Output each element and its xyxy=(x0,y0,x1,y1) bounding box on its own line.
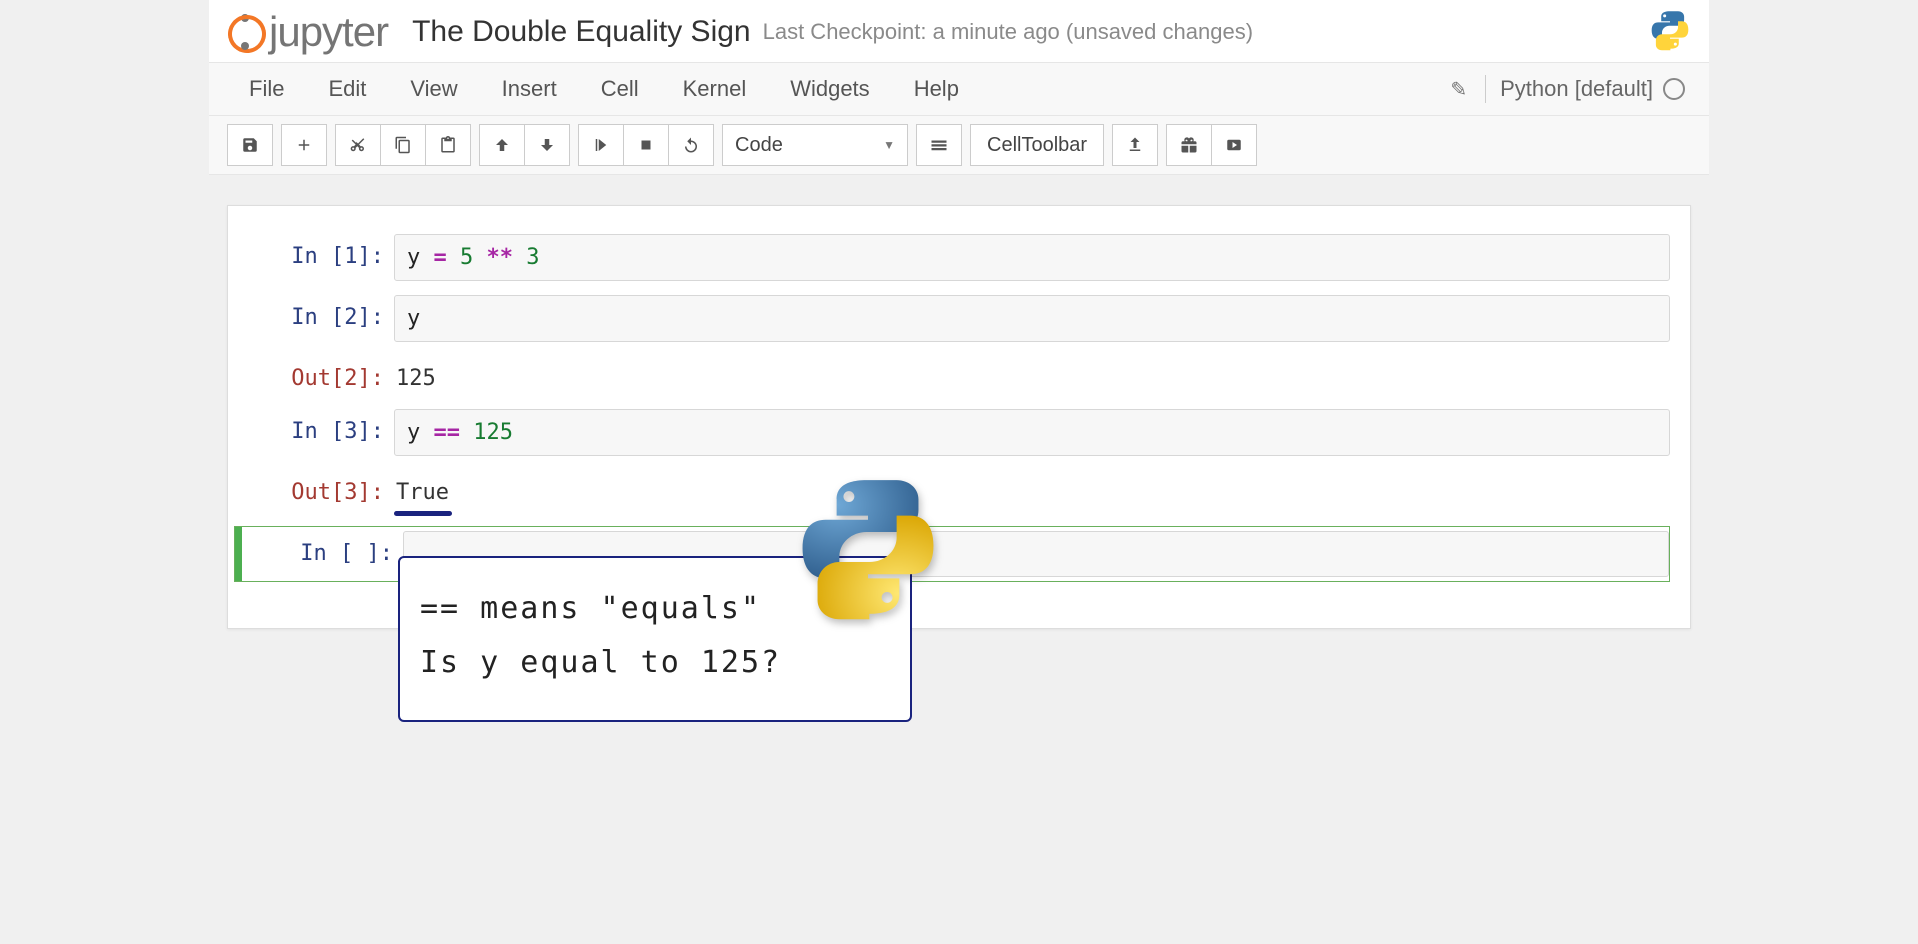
toolbar: Code ▼ CellToolbar xyxy=(209,116,1709,175)
kernel-name[interactable]: Python [default] xyxy=(1500,76,1653,102)
restart-button[interactable] xyxy=(669,124,714,166)
menu-file[interactable]: File xyxy=(227,66,306,112)
copy-button[interactable] xyxy=(381,124,426,166)
edit-metadata-icon[interactable]: ✎ xyxy=(1450,77,1467,102)
code-cell[interactable]: In [2]:y xyxy=(234,291,1670,346)
jupyter-logo[interactable]: jupyter xyxy=(227,8,388,56)
insert-cell-button[interactable] xyxy=(281,124,327,166)
output-text: True xyxy=(394,470,1670,509)
menu-cell[interactable]: Cell xyxy=(579,66,661,112)
python-logo-overlay xyxy=(793,472,943,627)
run-button[interactable] xyxy=(578,124,624,166)
gift-button[interactable] xyxy=(1166,124,1212,166)
command-palette-button[interactable] xyxy=(916,124,962,166)
callout-line-2: Is y equal to 125? xyxy=(420,636,890,690)
menubar: FileEditViewInsertCellKernelWidgetsHelp … xyxy=(209,63,1709,116)
python-kernel-icon xyxy=(1649,9,1691,56)
notebook-title[interactable]: The Double Equality Sign xyxy=(412,15,751,49)
input-prompt: In [ ]: xyxy=(235,531,403,577)
kernel-status-idle-icon xyxy=(1663,78,1685,100)
menu-view[interactable]: View xyxy=(388,66,479,112)
celltype-value: Code xyxy=(735,134,783,157)
menu-edit[interactable]: Edit xyxy=(306,66,388,112)
menu-help[interactable]: Help xyxy=(892,66,981,112)
jupyter-logo-text: jupyter xyxy=(269,8,388,56)
code-cell[interactable]: In [1]:y = 5 ** 3 xyxy=(234,230,1670,285)
output-prompt: Out[2]: xyxy=(234,356,394,395)
move-up-button[interactable] xyxy=(479,124,525,166)
celltoolbar-button[interactable]: CellToolbar xyxy=(970,124,1104,166)
celltoolbar-label: CellToolbar xyxy=(987,134,1087,157)
code-input[interactable]: y xyxy=(394,295,1670,342)
jupyter-logo-icon xyxy=(227,14,263,50)
input-prompt: In [2]: xyxy=(234,295,394,342)
code-input[interactable]: y = 5 ** 3 xyxy=(394,234,1670,281)
move-down-button[interactable] xyxy=(525,124,570,166)
celltype-select[interactable]: Code ▼ xyxy=(722,124,908,166)
menu-widgets[interactable]: Widgets xyxy=(768,66,891,112)
cut-button[interactable] xyxy=(335,124,381,166)
code-input[interactable]: y == 125 xyxy=(394,409,1670,456)
chevron-down-icon: ▼ xyxy=(883,138,895,152)
presentation-button[interactable] xyxy=(1212,124,1257,166)
output-prompt: Out[3]: xyxy=(234,470,394,516)
menu-kernel[interactable]: Kernel xyxy=(661,66,769,112)
output-text: 125 xyxy=(394,356,1670,395)
output-row: Out[3]:True xyxy=(234,466,1670,520)
notebook-header: jupyter The Double Equality Sign Last Ch… xyxy=(209,0,1709,63)
input-prompt: In [1]: xyxy=(234,234,394,281)
interrupt-button[interactable] xyxy=(624,124,669,166)
code-cell[interactable]: In [3]:y == 125 xyxy=(234,405,1670,460)
paste-button[interactable] xyxy=(426,124,471,166)
checkpoint-status: Last Checkpoint: a minute ago (unsaved c… xyxy=(763,19,1253,45)
output-row: Out[2]:125 xyxy=(234,352,1670,399)
input-prompt: In [3]: xyxy=(234,409,394,456)
upload-button[interactable] xyxy=(1112,124,1158,166)
emphasis-underline xyxy=(394,511,452,516)
notebook-area: In [1]:y = 5 ** 3In [2]:yOut[2]:125In [3… xyxy=(227,205,1691,629)
menu-insert[interactable]: Insert xyxy=(480,66,579,112)
save-button[interactable] xyxy=(227,124,273,166)
